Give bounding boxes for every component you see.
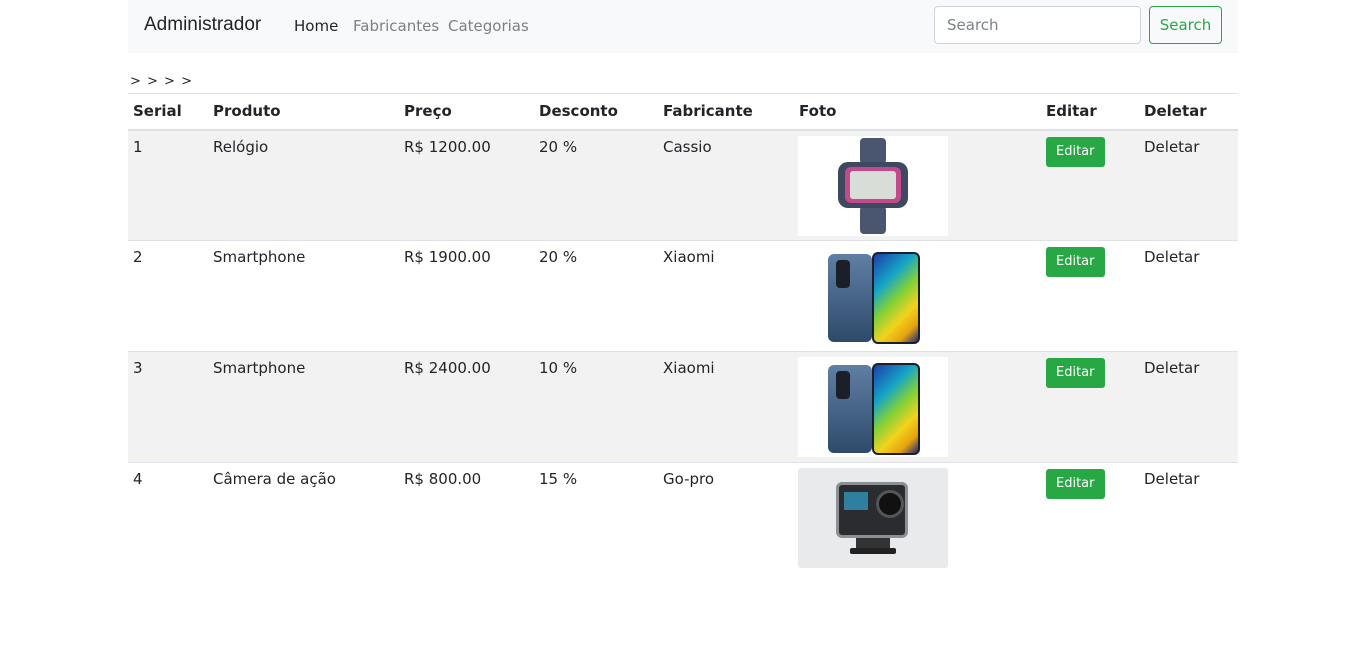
cell-fabricante: Xiaomi — [658, 240, 794, 352]
cell-produto: Smartphone — [208, 351, 399, 463]
cell-produto: Relógio — [208, 129, 399, 241]
cell-foto — [794, 351, 1041, 463]
cell-desconto: 20 % — [534, 240, 658, 352]
cell-deletar: Deletar — [1139, 351, 1238, 463]
breadcrumb: > > > > — [130, 74, 193, 89]
camera-foot — [850, 548, 896, 554]
phone-camera — [836, 371, 850, 399]
header-editar: Editar — [1041, 93, 1139, 131]
table-row: 2 Smartphone R$ 1900.00 20 % Xiaomi Edit… — [128, 240, 1238, 352]
products-table: Serial Produto Preço Desconto Fabricante… — [128, 93, 1238, 573]
cell-editar: Editar — [1041, 351, 1139, 463]
header-preco: Preço — [399, 93, 534, 131]
watch-strap-bottom — [860, 205, 886, 234]
cell-fabricante: Xiaomi — [658, 351, 794, 463]
cell-preco: R$ 800.00 — [399, 462, 534, 573]
cell-foto — [794, 240, 1041, 352]
camera-screen — [844, 492, 868, 510]
navbar-brand[interactable]: Administrador — [144, 14, 261, 36]
header-produto: Produto — [208, 93, 399, 131]
delete-link[interactable]: Deletar — [1144, 470, 1199, 488]
edit-button[interactable]: Editar — [1046, 358, 1105, 388]
navbar: Administrador Home Fabricantes Categoria… — [128, 0, 1238, 53]
phone-back — [828, 254, 872, 342]
smartphone-photo — [798, 357, 948, 457]
nav-link-home[interactable]: Home — [294, 17, 338, 35]
cell-editar: Editar — [1041, 462, 1139, 573]
nav-link-categorias[interactable]: Categorias — [448, 17, 529, 35]
delete-link[interactable]: Deletar — [1144, 248, 1199, 266]
cell-deletar: Deletar — [1139, 129, 1238, 241]
cell-serial: 4 — [128, 462, 208, 573]
cell-desconto: 15 % — [534, 462, 658, 573]
watch-photo — [798, 135, 948, 236]
table-row: 1 Relógio R$ 1200.00 20 % Cassio Editar — [128, 129, 1238, 241]
delete-link[interactable]: Deletar — [1144, 359, 1199, 377]
cell-foto — [794, 462, 1041, 573]
edit-button[interactable]: Editar — [1046, 247, 1105, 277]
cell-deletar: Deletar — [1139, 462, 1238, 573]
camera-lens — [876, 490, 904, 518]
cell-produto: Câmera de ação — [208, 462, 399, 573]
cell-foto — [794, 129, 1041, 241]
delete-link[interactable]: Deletar — [1144, 138, 1199, 156]
cell-preco: R$ 2400.00 — [399, 351, 534, 463]
phone-back — [828, 365, 872, 453]
cell-desconto: 10 % — [534, 351, 658, 463]
watch-strap-top — [860, 137, 886, 164]
cell-serial: 3 — [128, 351, 208, 463]
edit-button[interactable]: Editar — [1046, 469, 1105, 499]
header-foto: Foto — [794, 93, 1041, 131]
phone-screen — [872, 252, 920, 344]
header-fabricante: Fabricante — [658, 93, 794, 131]
cell-editar: Editar — [1041, 240, 1139, 352]
cell-preco: R$ 1200.00 — [399, 129, 534, 241]
phone-camera — [836, 260, 850, 288]
edit-button[interactable]: Editar — [1046, 136, 1105, 167]
cell-fabricante: Cassio — [658, 129, 794, 241]
nav-link-fabricantes[interactable]: Fabricantes — [353, 17, 439, 35]
header-deletar: Deletar — [1139, 93, 1238, 131]
header-serial: Serial — [128, 93, 208, 131]
action-camera-photo — [798, 468, 948, 568]
cell-serial: 2 — [128, 240, 208, 352]
cell-fabricante: Go-pro — [658, 462, 794, 573]
cell-preco: R$ 1900.00 — [399, 240, 534, 352]
search-button[interactable]: Search — [1149, 6, 1222, 44]
cell-deletar: Deletar — [1139, 240, 1238, 352]
watch-screen — [850, 170, 896, 199]
table-row: 4 Câmera de ação R$ 800.00 15 % Go-pro E… — [128, 462, 1238, 573]
header-desconto: Desconto — [534, 93, 658, 131]
table-header-row: Serial Produto Preço Desconto Fabricante… — [128, 93, 1238, 131]
cell-produto: Smartphone — [208, 240, 399, 352]
cell-desconto: 20 % — [534, 129, 658, 241]
smartphone-photo — [798, 246, 948, 346]
cell-serial: 1 — [128, 129, 208, 241]
search-input[interactable] — [934, 6, 1141, 44]
table-row: 3 Smartphone R$ 2400.00 10 % Xiaomi Edit… — [128, 351, 1238, 463]
cell-editar: Editar — [1041, 129, 1139, 241]
phone-screen — [872, 363, 920, 455]
page-container: Administrador Home Fabricantes Categoria… — [128, 0, 1238, 573]
camera-mount — [856, 538, 890, 548]
